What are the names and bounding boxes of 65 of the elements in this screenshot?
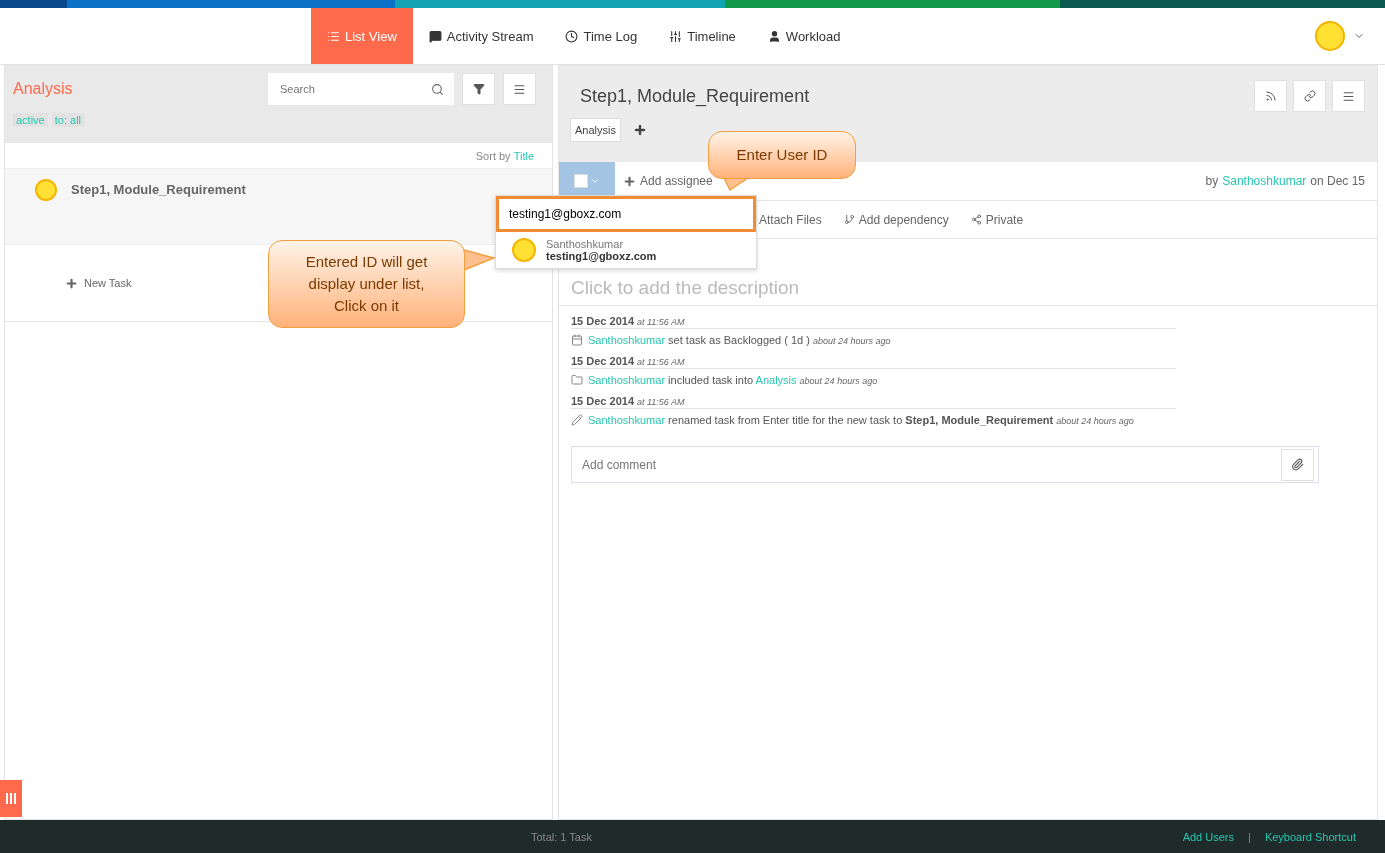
user-avatar	[512, 238, 536, 262]
activity-date: 15 Dec 2014 at 11:56 AM	[571, 314, 1176, 329]
activity-entry: Santhoshkumar included task into Analysis about 24 hours ago	[588, 373, 879, 388]
attach-button[interactable]	[1281, 448, 1314, 481]
rss-button[interactable]	[1254, 80, 1287, 112]
nav-tab[interactable]: Activity Stream	[412, 8, 550, 64]
activity-date: 15 Dec 2014 at 11:56 AM	[571, 394, 1176, 409]
pencil-icon	[571, 414, 583, 426]
search-input[interactable]: Search	[278, 82, 431, 96]
link-button[interactable]	[1293, 80, 1326, 112]
plus-icon	[623, 174, 636, 188]
activity-entry: Santhoshkumar set task as Backlogged ( 1d ) about 24 hours ago	[588, 333, 892, 348]
calendar-icon	[571, 334, 583, 346]
action-link[interactable]: Private	[985, 212, 1024, 227]
activity-entry: Santhoshkumar renamed task from Enter title for the new task to Step1, Module_Requirement about 24 hours ago	[588, 413, 1135, 428]
footer-link[interactable]: Add Users	[1182, 830, 1234, 843]
add-tag-icon[interactable]	[632, 123, 647, 137]
search-field[interactable]: Search	[268, 73, 454, 105]
task-checkbox[interactable]	[574, 174, 588, 188]
sort-label: Sort by	[475, 149, 511, 162]
date-label: on Dec 15	[1310, 174, 1365, 188]
link-icon	[1303, 90, 1316, 102]
filter-button[interactable]	[462, 73, 495, 105]
menu-button[interactable]	[1332, 80, 1365, 112]
user-email: testing1@gboxz.com	[546, 250, 657, 262]
speech-bubble-icon	[428, 29, 442, 43]
tag[interactable]: Analysis	[570, 118, 621, 142]
clock-icon	[565, 29, 579, 43]
callout-tail	[464, 250, 494, 272]
comment-field[interactable]: Add comment	[571, 446, 1319, 483]
separator: |	[1248, 830, 1251, 843]
callout: Entered ID will get display under list, Click on it	[268, 240, 465, 328]
sidebar-toggle[interactable]	[0, 780, 22, 817]
list-title: Analysis	[13, 80, 74, 98]
branch-icon	[843, 214, 855, 225]
task-total: Total: 1 Task	[531, 830, 593, 843]
by-label: by	[1205, 174, 1219, 188]
filter-icon	[472, 83, 485, 95]
menu-icon	[513, 82, 526, 96]
action-link[interactable]: Add dependency	[858, 212, 949, 227]
nav-tab[interactable]: Workload	[751, 8, 857, 64]
list-icon	[327, 29, 340, 43]
rss-icon	[1264, 90, 1277, 102]
person-icon	[767, 29, 781, 43]
nav-tab[interactable]: Time Log	[549, 8, 654, 64]
menu-icon	[1342, 89, 1355, 103]
new-task-link[interactable]: New Task	[84, 277, 132, 289]
paperclip-icon	[1291, 458, 1304, 471]
menu-button[interactable]	[503, 73, 536, 105]
task-title: Step1, Module_Requirement	[71, 182, 246, 197]
user-avatar[interactable]	[1315, 21, 1345, 51]
nav-tab[interactable]: Timeline	[653, 8, 752, 64]
caret-icon	[590, 176, 600, 186]
assignee-input[interactable]: testing1@gboxz.com	[496, 196, 756, 232]
task-avatar	[35, 179, 57, 201]
share-icon	[970, 214, 982, 225]
action-link[interactable]: Attach Files	[759, 212, 822, 227]
search-icon	[431, 82, 444, 96]
sliders-icon	[669, 29, 683, 43]
footer-link[interactable]: Keyboard Shortcut	[1264, 830, 1356, 843]
folder-icon	[571, 374, 583, 386]
plus-icon	[65, 276, 78, 290]
activity-date: 15 Dec 2014 at 11:56 AM	[571, 354, 1176, 369]
callout: Enter User ID	[708, 131, 856, 179]
task-heading: Step1, Module_Requirement	[580, 85, 810, 107]
